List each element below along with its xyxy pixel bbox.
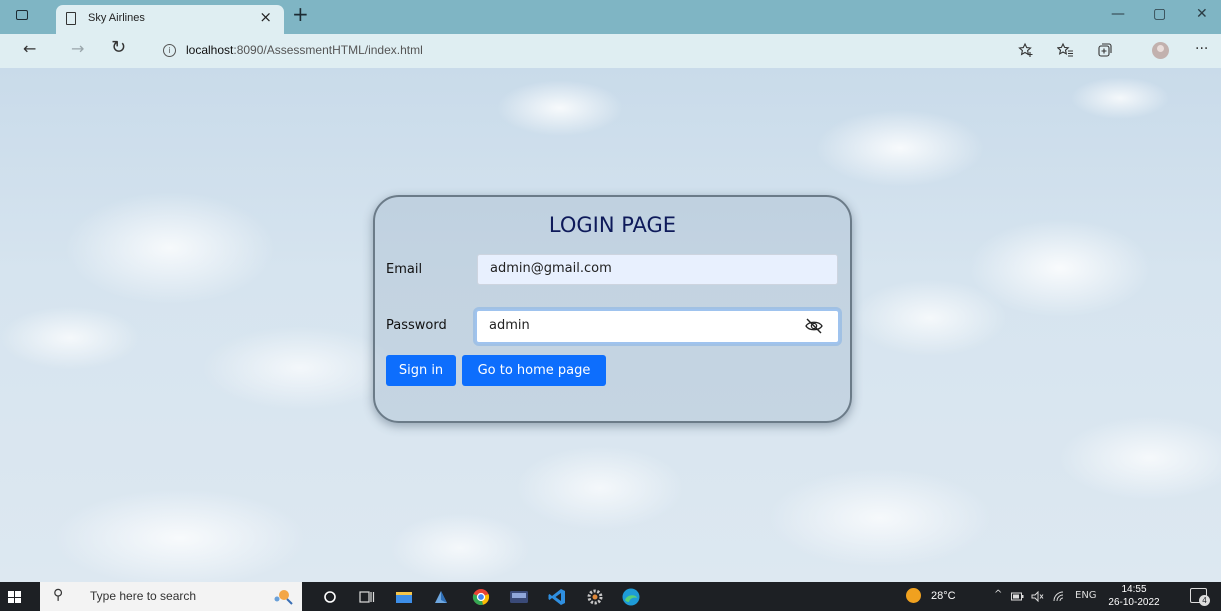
- url-field[interactable]: i localhost:8090/AssessmentHTML/index.ht…: [146, 38, 996, 64]
- back-button[interactable]: ←: [23, 41, 36, 57]
- page-title: LOGIN PAGE: [548, 213, 677, 237]
- browser-tab[interactable]: Sky Airlines ×: [56, 5, 284, 34]
- collections-icon[interactable]: [1097, 42, 1113, 58]
- login-card: LOGIN PAGE Email admin@gmail.com Passwor…: [373, 195, 852, 423]
- language-indicator[interactable]: ENG: [1075, 591, 1097, 601]
- clock[interactable]: 14:55 26-10-2022: [1108, 583, 1160, 609]
- windows-taskbar: ⚲ Type here to search 28°C ^ ENG 14:55 2…: [0, 582, 1221, 611]
- weather-temp: 28°C: [931, 589, 956, 602]
- volume-icon[interactable]: [1031, 591, 1044, 602]
- screen: Sky Airlines × + — ▢ ✕ ← → ↻ i localhost…: [0, 0, 1221, 611]
- more-icon[interactable]: ···: [1195, 42, 1208, 56]
- url-path: :8090/AssessmentHTML/index.html: [233, 43, 423, 57]
- close-window-button[interactable]: ✕: [1196, 7, 1208, 21]
- cortana-icon[interactable]: [319, 586, 340, 607]
- favorites-icon[interactable]: [1057, 42, 1074, 58]
- sign-in-button[interactable]: Sign in: [386, 355, 456, 386]
- clock-date: 26-10-2022: [1108, 597, 1160, 608]
- tab-actions-icon[interactable]: [16, 10, 28, 20]
- settings-icon[interactable]: [584, 586, 605, 607]
- tab-close-button[interactable]: ×: [259, 10, 272, 25]
- email-field[interactable]: admin@gmail.com: [477, 254, 838, 285]
- app-icon[interactable]: [430, 586, 451, 607]
- forward-button[interactable]: →: [71, 41, 84, 57]
- chrome-icon[interactable]: [470, 586, 491, 607]
- tab-title: Sky Airlines: [88, 12, 145, 24]
- notification-count-badge: 4: [1199, 595, 1210, 606]
- page-icon: [66, 12, 76, 25]
- task-view-icon[interactable]: [356, 586, 377, 607]
- browser-address-bar: ← → ↻ i localhost:8090/AssessmentHTML/in…: [0, 34, 1221, 68]
- restore-button[interactable]: ▢: [1153, 7, 1166, 21]
- tray-chevron-icon[interactable]: ^: [994, 590, 1002, 600]
- url-text[interactable]: localhost:8090/AssessmentHTML/index.html: [186, 43, 423, 57]
- page-background: LOGIN PAGE Email admin@gmail.com Passwor…: [0, 68, 1221, 582]
- weather-icon: [906, 588, 921, 603]
- go-home-button[interactable]: Go to home page: [462, 355, 606, 386]
- start-icon[interactable]: [8, 591, 21, 603]
- clock-time: 14:55: [1121, 584, 1147, 595]
- browser-tab-bar: Sky Airlines × + — ▢ ✕: [0, 0, 1221, 34]
- password-field[interactable]: admin: [475, 309, 840, 344]
- wifi-icon[interactable]: [1052, 591, 1065, 602]
- taskbar-search[interactable]: ⚲ Type here to search: [40, 582, 302, 611]
- profile-icon[interactable]: [1152, 42, 1169, 59]
- search-icon: ⚲: [53, 587, 64, 603]
- search-placeholder: Type here to search: [90, 589, 197, 603]
- password-value: admin: [489, 318, 530, 333]
- password-label: Password: [386, 318, 447, 333]
- hide-password-icon[interactable]: [804, 317, 824, 335]
- vscode-icon[interactable]: [546, 586, 567, 607]
- refresh-button[interactable]: ↻: [111, 39, 126, 57]
- url-host: localhost: [186, 43, 234, 57]
- minimize-button[interactable]: —: [1111, 7, 1125, 21]
- new-tab-button[interactable]: +: [292, 4, 309, 24]
- email-label: Email: [386, 262, 423, 277]
- edge-icon[interactable]: [620, 586, 641, 607]
- add-favorite-icon[interactable]: [1018, 42, 1034, 58]
- file-explorer-icon[interactable]: [393, 586, 414, 607]
- battery-icon[interactable]: [1011, 592, 1024, 601]
- weather-widget[interactable]: 28°C: [906, 588, 956, 603]
- media-icon[interactable]: [508, 586, 529, 607]
- info-icon[interactable]: i: [163, 44, 176, 57]
- search-highlight-icon: [274, 590, 293, 605]
